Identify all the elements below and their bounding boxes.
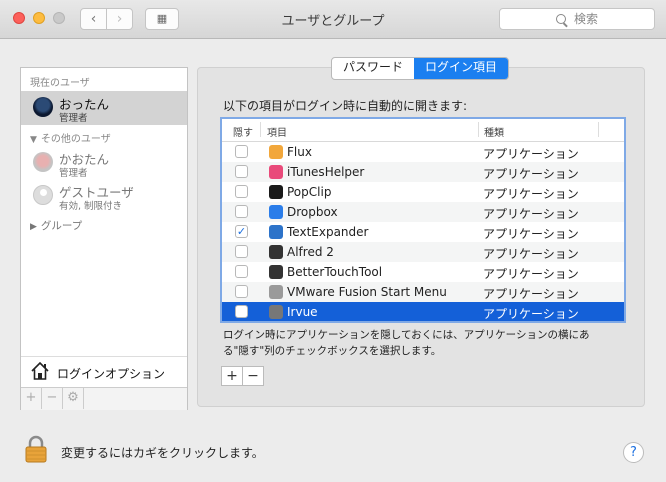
user-item-current[interactable]: おったん 管理者 bbox=[21, 91, 187, 125]
user-item-other[interactable]: かおたん 管理者 bbox=[21, 146, 187, 180]
hide-checkbox[interactable] bbox=[235, 145, 248, 158]
irvue-icon bbox=[269, 305, 283, 319]
hide-checkbox[interactable] bbox=[235, 165, 248, 178]
item-kind: アプリケーション bbox=[483, 227, 579, 241]
add-login-item-button[interactable]: + bbox=[221, 366, 243, 386]
column-item[interactable]: 項目 bbox=[267, 124, 287, 139]
tab-login-items[interactable]: ログイン項目 bbox=[414, 58, 509, 79]
user-role: 管理者 bbox=[59, 168, 88, 179]
item-kind: アプリケーション bbox=[483, 267, 579, 281]
table-header: 隠す 項目 種類 bbox=[222, 119, 624, 142]
table-row[interactable]: ✓ TextExpander アプリケーション bbox=[222, 222, 624, 242]
item-kind: アプリケーション bbox=[483, 207, 579, 221]
remove-login-item-button[interactable]: − bbox=[242, 366, 264, 386]
disclosure-down-icon: ▼ bbox=[30, 135, 37, 145]
item-name: Flux bbox=[287, 145, 312, 159]
user-role: 有効, 制限付き bbox=[59, 201, 123, 212]
item-kind: アプリケーション bbox=[483, 187, 579, 201]
table-row[interactable]: PopClip アプリケーション bbox=[222, 182, 624, 202]
vmware-icon bbox=[269, 285, 283, 299]
user-item-guest[interactable]: ゲストユーザ 有効, 制限付き bbox=[21, 179, 187, 213]
window: ‹ › ▦ ユーザとグループ 検索 現在のユーザ おったん 管理者 ▼ その他のユ… bbox=[0, 0, 666, 482]
textexpander-icon bbox=[269, 225, 283, 239]
hide-checkbox[interactable] bbox=[235, 245, 248, 258]
item-name: iTunesHelper bbox=[287, 165, 365, 179]
item-name: BetterTouchTool bbox=[287, 265, 383, 279]
table-row[interactable]: VMware Fusion Start Menu アプリケーション bbox=[222, 282, 624, 302]
tab-bar: パスワード ログイン項目 bbox=[331, 57, 510, 80]
other-users-header[interactable]: ▼ その他のユーザ bbox=[30, 130, 111, 145]
bettertouchtool-icon bbox=[269, 265, 283, 279]
item-kind: アプリケーション bbox=[483, 147, 579, 161]
current-users-header: 現在のユーザ bbox=[30, 78, 90, 89]
hide-checkbox[interactable] bbox=[235, 205, 248, 218]
column-divider bbox=[598, 122, 599, 137]
hide-checkbox[interactable] bbox=[235, 265, 248, 278]
item-name: PopClip bbox=[287, 185, 332, 199]
hide-checkbox[interactable]: ✓ bbox=[235, 225, 248, 238]
itunes-icon bbox=[269, 165, 283, 179]
item-name: Dropbox bbox=[287, 205, 338, 219]
title-bar: ‹ › ▦ ユーザとグループ 検索 bbox=[0, 0, 666, 39]
item-kind: アプリケーション bbox=[483, 307, 579, 321]
login-options-item[interactable]: ログインオプション bbox=[21, 356, 187, 387]
item-name: Alfred 2 bbox=[287, 245, 334, 259]
lock-icon[interactable] bbox=[25, 435, 47, 463]
users-sidebar: 現在のユーザ おったん 管理者 ▼ その他のユーザ かおたん 管理者 ゲストユーザ… bbox=[20, 67, 188, 410]
disclosure-right-icon: ▶ bbox=[30, 222, 37, 232]
guest-avatar bbox=[33, 185, 53, 205]
house-icon bbox=[31, 361, 49, 380]
table-row[interactable]: Flux アプリケーション bbox=[222, 142, 624, 162]
column-kind[interactable]: 種類 bbox=[484, 124, 504, 139]
help-button[interactable]: ? bbox=[623, 442, 644, 463]
table-row[interactable]: Dropbox アプリケーション bbox=[222, 202, 624, 222]
lock-label: 変更するにはカギをクリックします。 bbox=[61, 446, 264, 460]
search-placeholder: 検索 bbox=[573, 12, 598, 26]
tab-password[interactable]: パスワード bbox=[332, 58, 414, 79]
table-row[interactable]: iTunesHelper アプリケーション bbox=[222, 162, 624, 182]
gear-icon[interactable]: ⚙ bbox=[63, 388, 84, 409]
table-row[interactable]: Alfred 2 アプリケーション bbox=[222, 242, 624, 262]
table-row[interactable]: BetterTouchTool アプリケーション bbox=[222, 262, 624, 282]
add-user-button[interactable]: + bbox=[21, 388, 42, 409]
column-divider bbox=[260, 122, 261, 137]
alfred-icon bbox=[269, 245, 283, 259]
login-options-label: ログインオプション bbox=[57, 367, 166, 381]
search-icon bbox=[555, 14, 566, 24]
avatar bbox=[33, 97, 53, 117]
item-name: Irvue bbox=[287, 305, 318, 319]
dropbox-icon bbox=[269, 205, 283, 219]
item-kind: アプリケーション bbox=[483, 287, 579, 301]
sidebar-toolbar: + − ⚙ bbox=[21, 387, 187, 410]
item-name: VMware Fusion Start Menu bbox=[287, 285, 447, 299]
item-kind: アプリケーション bbox=[483, 247, 579, 261]
login-items-description: 以下の項目がログイン時に自動的に開きます: bbox=[223, 99, 468, 113]
column-hide[interactable]: 隠す bbox=[233, 124, 253, 139]
search-field[interactable]: 検索 bbox=[499, 8, 655, 30]
user-role: 管理者 bbox=[59, 113, 88, 124]
hide-checkbox[interactable] bbox=[235, 305, 248, 318]
hide-hint: ログイン時にアプリケーションを隠しておくには、アプリケーションの横にある"隠す"… bbox=[223, 329, 590, 357]
item-kind: アプリケーション bbox=[483, 167, 579, 181]
flux-icon bbox=[269, 145, 283, 159]
login-items-table: 隠す 項目 種類 Flux アプリケーション iTunesHelper アプリケーショ… bbox=[220, 117, 626, 323]
table-row[interactable]: Irvue アプリケーション bbox=[222, 302, 624, 321]
hide-checkbox[interactable] bbox=[235, 185, 248, 198]
avatar bbox=[33, 152, 53, 172]
popclip-icon bbox=[269, 185, 283, 199]
item-name: TextExpander bbox=[287, 225, 369, 239]
remove-user-button[interactable]: − bbox=[42, 388, 63, 409]
hide-checkbox[interactable] bbox=[235, 285, 248, 298]
groups-item[interactable]: ▶ グループ bbox=[30, 218, 82, 233]
column-divider bbox=[478, 122, 479, 137]
